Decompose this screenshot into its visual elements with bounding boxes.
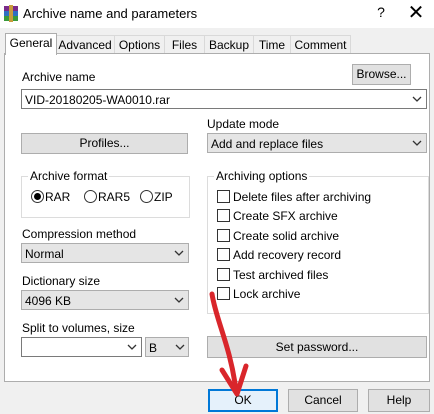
tab-options[interactable]: Options bbox=[114, 35, 165, 54]
dictionary-size-value: 4096 KB bbox=[25, 294, 72, 308]
archive-format-label: Archive format bbox=[28, 169, 110, 183]
radio-rar-label[interactable]: RAR bbox=[45, 190, 70, 204]
radio-zip-label[interactable]: ZIP bbox=[154, 190, 173, 204]
split-unit-select[interactable]: B bbox=[145, 337, 189, 357]
chevron-down-icon[interactable] bbox=[125, 340, 139, 354]
chevron-down-icon bbox=[175, 344, 185, 350]
compression-method-label: Compression method bbox=[22, 227, 137, 241]
recovery-record-label[interactable]: Add recovery record bbox=[233, 248, 341, 262]
update-mode-select[interactable]: Add and replace files bbox=[207, 133, 427, 153]
tab-files[interactable]: Files bbox=[164, 35, 205, 54]
solid-archive-label[interactable]: Create solid archive bbox=[233, 229, 339, 243]
radio-rar5-label[interactable]: RAR5 bbox=[98, 190, 130, 204]
window-title: Archive name and parameters bbox=[23, 6, 198, 21]
close-icon[interactable]: ✕ bbox=[406, 2, 426, 24]
annotation-arrow-icon bbox=[209, 291, 249, 397]
chevron-down-icon bbox=[174, 297, 184, 303]
help-icon[interactable]: ? bbox=[373, 4, 389, 20]
update-mode-label: Update mode bbox=[207, 117, 280, 131]
cancel-button[interactable]: Cancel bbox=[288, 389, 358, 412]
checkbox-solid-archive[interactable] bbox=[217, 229, 230, 242]
dictionary-size-select[interactable]: 4096 KB bbox=[21, 290, 189, 310]
create-sfx-label[interactable]: Create SFX archive bbox=[233, 209, 338, 223]
split-volumes-input[interactable] bbox=[21, 337, 142, 357]
archive-name-value: VID-20180205-WA0010.rar bbox=[25, 93, 170, 107]
tab-advanced[interactable]: Advanced bbox=[55, 35, 115, 54]
radio-zip[interactable] bbox=[140, 190, 153, 203]
chevron-down-icon bbox=[412, 140, 422, 146]
dictionary-size-label: Dictionary size bbox=[22, 274, 101, 288]
radio-rar[interactable] bbox=[31, 190, 44, 203]
browse-button[interactable]: Browse... bbox=[352, 64, 411, 85]
delete-files-label[interactable]: Delete files after archiving bbox=[233, 190, 371, 204]
chevron-down-icon[interactable] bbox=[410, 92, 424, 106]
radio-rar5[interactable] bbox=[84, 190, 97, 203]
compression-method-value: Normal bbox=[25, 247, 64, 261]
update-mode-value: Add and replace files bbox=[211, 137, 324, 151]
chevron-down-icon bbox=[174, 250, 184, 256]
archive-name-label: Archive name bbox=[22, 70, 96, 84]
profiles-button[interactable]: Profiles... bbox=[21, 133, 188, 154]
tab-backup[interactable]: Backup bbox=[204, 35, 254, 54]
checkbox-delete-files[interactable] bbox=[217, 190, 230, 203]
tab-general[interactable]: General bbox=[5, 33, 57, 55]
split-unit-value: B bbox=[149, 341, 158, 355]
checkbox-test-files[interactable] bbox=[217, 268, 230, 281]
archiving-options-label: Archiving options bbox=[214, 169, 310, 183]
checkbox-create-sfx[interactable] bbox=[217, 209, 230, 222]
test-files-label[interactable]: Test archived files bbox=[233, 268, 328, 282]
radio-selected-dot bbox=[34, 193, 41, 200]
archive-name-input[interactable]: VID-20180205-WA0010.rar bbox=[21, 89, 427, 109]
tab-comment[interactable]: Comment bbox=[290, 35, 351, 54]
help-button[interactable]: Help bbox=[368, 389, 430, 412]
compression-method-select[interactable]: Normal bbox=[21, 243, 189, 263]
winrar-app-icon bbox=[4, 5, 18, 22]
tab-time[interactable]: Time bbox=[253, 35, 291, 54]
split-volumes-label: Split to volumes, size bbox=[22, 321, 135, 335]
checkbox-recovery-record[interactable] bbox=[217, 248, 230, 261]
